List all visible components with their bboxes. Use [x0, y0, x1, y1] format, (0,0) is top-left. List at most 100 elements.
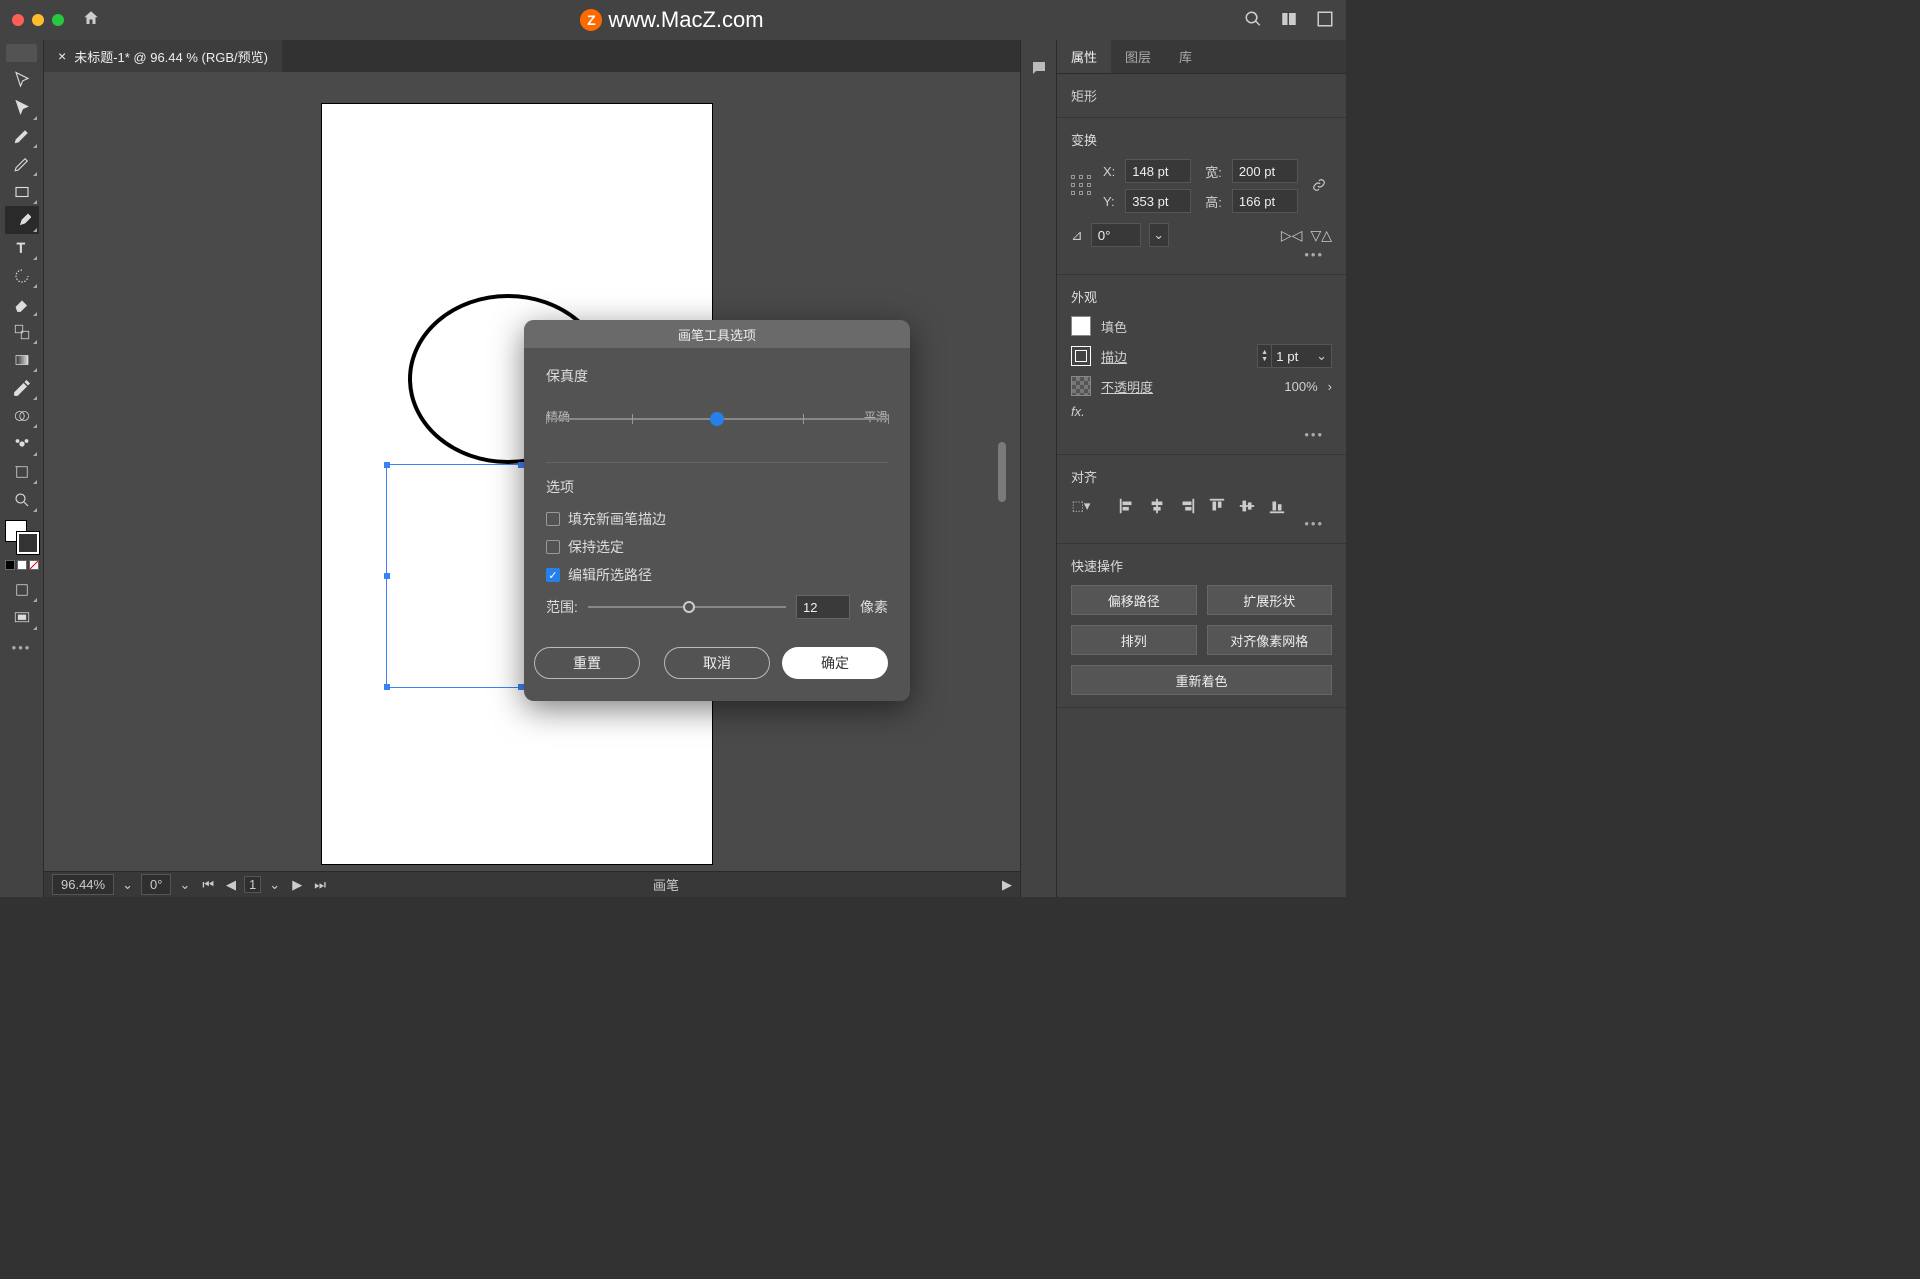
search-icon[interactable] [1244, 10, 1262, 31]
appearance-more[interactable]: ••• [1071, 427, 1332, 442]
canvas[interactable]: 画笔工具选项 保真度 精确 平滑 [44, 72, 1020, 897]
checkbox-fill[interactable] [546, 512, 560, 526]
reset-button[interactable]: 重置 [534, 647, 640, 679]
opacity-expand-icon[interactable]: › [1328, 379, 1332, 394]
fill-stroke-swatches[interactable] [5, 520, 39, 554]
expand-shape-button[interactable]: 扩展形状 [1207, 585, 1333, 615]
eyedropper-tool[interactable] [5, 374, 39, 402]
align-left-icon[interactable] [1117, 496, 1137, 516]
eraser-tool[interactable] [5, 290, 39, 318]
cancel-button[interactable]: 取消 [664, 647, 770, 679]
zoom-field[interactable]: 96.44% [52, 874, 114, 895]
pen-tool[interactable] [5, 122, 39, 150]
stroke-swatch-box[interactable] [1071, 346, 1091, 366]
stroke-weight[interactable]: ▲▼ ⌄ [1257, 344, 1332, 368]
first-artboard-icon[interactable]: ⏮ [198, 877, 218, 893]
checkbox-keep[interactable] [546, 540, 560, 554]
prev-artboard-icon[interactable]: ◀ [222, 877, 240, 893]
close-window-button[interactable] [12, 14, 24, 26]
curvature-tool[interactable] [5, 150, 39, 178]
artboard-dropdown-icon[interactable]: ⌄ [265, 877, 284, 893]
align-to-icon[interactable]: ⬚▾ [1071, 496, 1091, 516]
fx-label[interactable]: fx. [1071, 404, 1085, 419]
align-more[interactable]: ••• [1071, 516, 1332, 531]
scale-tool[interactable] [5, 318, 39, 346]
handle-tl[interactable] [384, 462, 390, 468]
symbol-tool[interactable] [5, 430, 39, 458]
align-vcenter-icon[interactable] [1237, 496, 1257, 516]
handle-lm[interactable] [384, 573, 390, 579]
minimize-window-button[interactable] [32, 14, 44, 26]
flip-vertical-icon[interactable]: ▽△ [1310, 227, 1332, 244]
last-artboard-icon[interactable]: ⏭ [310, 877, 330, 893]
h-input[interactable] [1232, 189, 1298, 213]
draw-mode[interactable] [5, 576, 39, 604]
edit-toolbar[interactable]: ••• [0, 640, 43, 655]
tab-properties[interactable]: 属性 [1057, 40, 1111, 73]
rotation-dropdown-icon[interactable]: ⌄ [179, 877, 190, 893]
color-mode-gradient[interactable] [17, 560, 27, 570]
scrollbar-thumb[interactable] [998, 442, 1006, 502]
rectangle-tool[interactable] [5, 178, 39, 206]
screen-mode[interactable] [5, 604, 39, 632]
handle-bl[interactable] [384, 684, 390, 690]
cb-edit-row[interactable]: ✓ 编辑所选路径 [546, 565, 888, 585]
vertical-scrollbar[interactable] [995, 72, 1008, 897]
color-mode-none[interactable] [29, 560, 39, 570]
range-thumb[interactable] [683, 601, 695, 613]
workspace-icon[interactable] [1316, 10, 1334, 31]
angle-dropdown[interactable]: ⌄ [1149, 223, 1169, 247]
home-icon[interactable] [82, 9, 100, 32]
opacity-swatch-box[interactable] [1071, 376, 1091, 396]
document-tab[interactable]: × 未标题-1* @ 96.44 % (RGB/预览) [44, 40, 282, 72]
stroke-label[interactable]: 描边 [1101, 347, 1127, 366]
align-right-icon[interactable] [1177, 496, 1197, 516]
selection-tool[interactable] [5, 66, 39, 94]
toolbar-handle[interactable] [6, 44, 37, 62]
tab-layers[interactable]: 图层 [1111, 40, 1165, 73]
arrange-button[interactable]: 排列 [1071, 625, 1197, 655]
transform-more[interactable]: ••• [1071, 247, 1332, 262]
shape-builder-tool[interactable] [5, 402, 39, 430]
opacity-label[interactable]: 不透明度 [1101, 377, 1153, 396]
reference-point[interactable] [1071, 175, 1093, 197]
x-input[interactable] [1125, 159, 1191, 183]
maximize-window-button[interactable] [52, 14, 64, 26]
range-input[interactable] [796, 595, 850, 619]
link-wh-icon[interactable] [1312, 178, 1326, 195]
rotate-tool[interactable] [5, 262, 39, 290]
paintbrush-tool[interactable] [5, 206, 39, 234]
pixel-align-button[interactable]: 对齐像素网格 [1207, 625, 1333, 655]
fill-swatch-box[interactable] [1071, 316, 1091, 336]
rotation-field[interactable]: 0° [141, 874, 171, 895]
offset-path-button[interactable]: 偏移路径 [1071, 585, 1197, 615]
slider-thumb[interactable] [710, 412, 724, 426]
arrange-docs-icon[interactable] [1280, 10, 1298, 31]
zoom-dropdown-icon[interactable]: ⌄ [122, 877, 133, 893]
close-tab-icon[interactable]: × [58, 48, 66, 64]
status-play-icon[interactable]: ▶ [1002, 877, 1012, 893]
ok-button[interactable]: 确定 [782, 647, 888, 679]
fidelity-slider[interactable]: 精确 平滑 [546, 408, 888, 448]
cb-keep-row[interactable]: 保持选定 [546, 537, 888, 557]
cb-fill-row[interactable]: 填充新画笔描边 [546, 509, 888, 529]
zoom-tool[interactable] [5, 486, 39, 514]
checkbox-edit[interactable]: ✓ [546, 568, 560, 582]
color-mode-solid[interactable] [5, 560, 15, 570]
artboard-number[interactable]: 1 [244, 876, 261, 893]
angle-input[interactable] [1091, 223, 1141, 247]
stroke-weight-input[interactable] [1272, 349, 1312, 364]
gradient-tool[interactable] [5, 346, 39, 374]
tab-libraries[interactable]: 库 [1165, 40, 1206, 73]
stroke-swatch[interactable] [17, 532, 39, 554]
flip-horizontal-icon[interactable]: ▷◁ [1281, 227, 1303, 244]
y-input[interactable] [1125, 189, 1191, 213]
artboard-tool[interactable] [5, 458, 39, 486]
align-bottom-icon[interactable] [1267, 496, 1287, 516]
type-tool[interactable]: T [5, 234, 39, 262]
w-input[interactable] [1232, 159, 1298, 183]
recolor-button[interactable]: 重新着色 [1071, 665, 1332, 695]
comments-panel-icon[interactable] [1027, 56, 1051, 80]
align-hcenter-icon[interactable] [1147, 496, 1167, 516]
range-slider[interactable] [588, 606, 786, 608]
